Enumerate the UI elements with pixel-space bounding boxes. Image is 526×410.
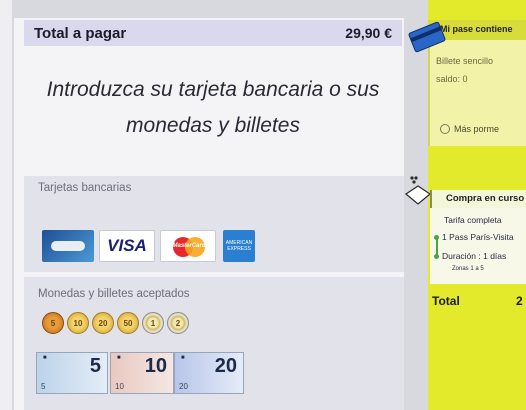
visa-card-icon: VISA	[99, 230, 155, 262]
visa-label: VISA	[107, 236, 147, 255]
coin-10-cent-icon: 10	[67, 312, 89, 334]
coins-notes-title: Monedas y billetes aceptados	[38, 288, 190, 300]
mastercard-icon: MasterCard	[160, 230, 216, 262]
tarifa-label: Tarifa completa	[444, 215, 502, 225]
pass-dot-icon	[434, 235, 439, 240]
pass-item-label: 1 Pass París-Visita	[442, 232, 514, 242]
coin-2-euro-icon: 2	[167, 312, 189, 334]
search-icon	[440, 124, 450, 134]
banknote-5-value: 5	[89, 355, 101, 377]
banknote-5-icon: ■ 5 5	[36, 352, 108, 394]
bank-cards-title: Tarjetas bancarias	[38, 182, 132, 194]
amex-label: AMERICAN EXPRESS	[225, 240, 253, 252]
total-amount: 29,90 €	[345, 25, 392, 41]
coin-50-cent-icon: 50	[117, 312, 139, 334]
duracion-label: Duración : 1 días	[442, 251, 507, 261]
banknote-20-icon: ■ 20 20	[174, 352, 244, 394]
coin-1-euro-icon: 1	[142, 312, 164, 334]
mas-info-label: Más porme	[454, 124, 500, 134]
mas-info-button[interactable]: Más porme	[434, 118, 526, 140]
duration-dot-icon	[434, 254, 439, 259]
payment-instruction: Introduzca su tarjeta bancaria o sus mon…	[46, 78, 380, 137]
sidebar-total-amount: 2	[516, 294, 523, 308]
banknote-10-icon: ■ 10 10	[110, 352, 174, 394]
coin-5-cent-icon: 5	[42, 312, 64, 334]
cb-card-icon	[42, 230, 94, 262]
amex-card-icon: AMERICAN EXPRESS	[223, 230, 255, 262]
banknote-20-value: 20	[214, 355, 237, 377]
screen-bezel	[0, 0, 12, 410]
compra-title: Compra en curso	[430, 190, 526, 208]
zonas-label: Zonas 1 a 5	[452, 266, 484, 272]
coin-20-cent-icon: 20	[92, 312, 114, 334]
total-label: Total a pagar	[34, 24, 127, 42]
sidebar-total-label: Total	[432, 294, 460, 308]
banknote-10-value: 10	[144, 355, 167, 377]
ticket-machine-screen: Total a pagar 29,90 € Introduzca su tarj…	[0, 0, 526, 410]
total-to-pay-bar: Total a pagar 29,90 €	[24, 20, 402, 46]
billete-label: Billete sencillo	[436, 56, 494, 66]
mastercard-label: MasterCard	[172, 243, 206, 249]
saldo-label: saldo: 0	[436, 74, 468, 84]
ticket-icon	[404, 176, 432, 205]
